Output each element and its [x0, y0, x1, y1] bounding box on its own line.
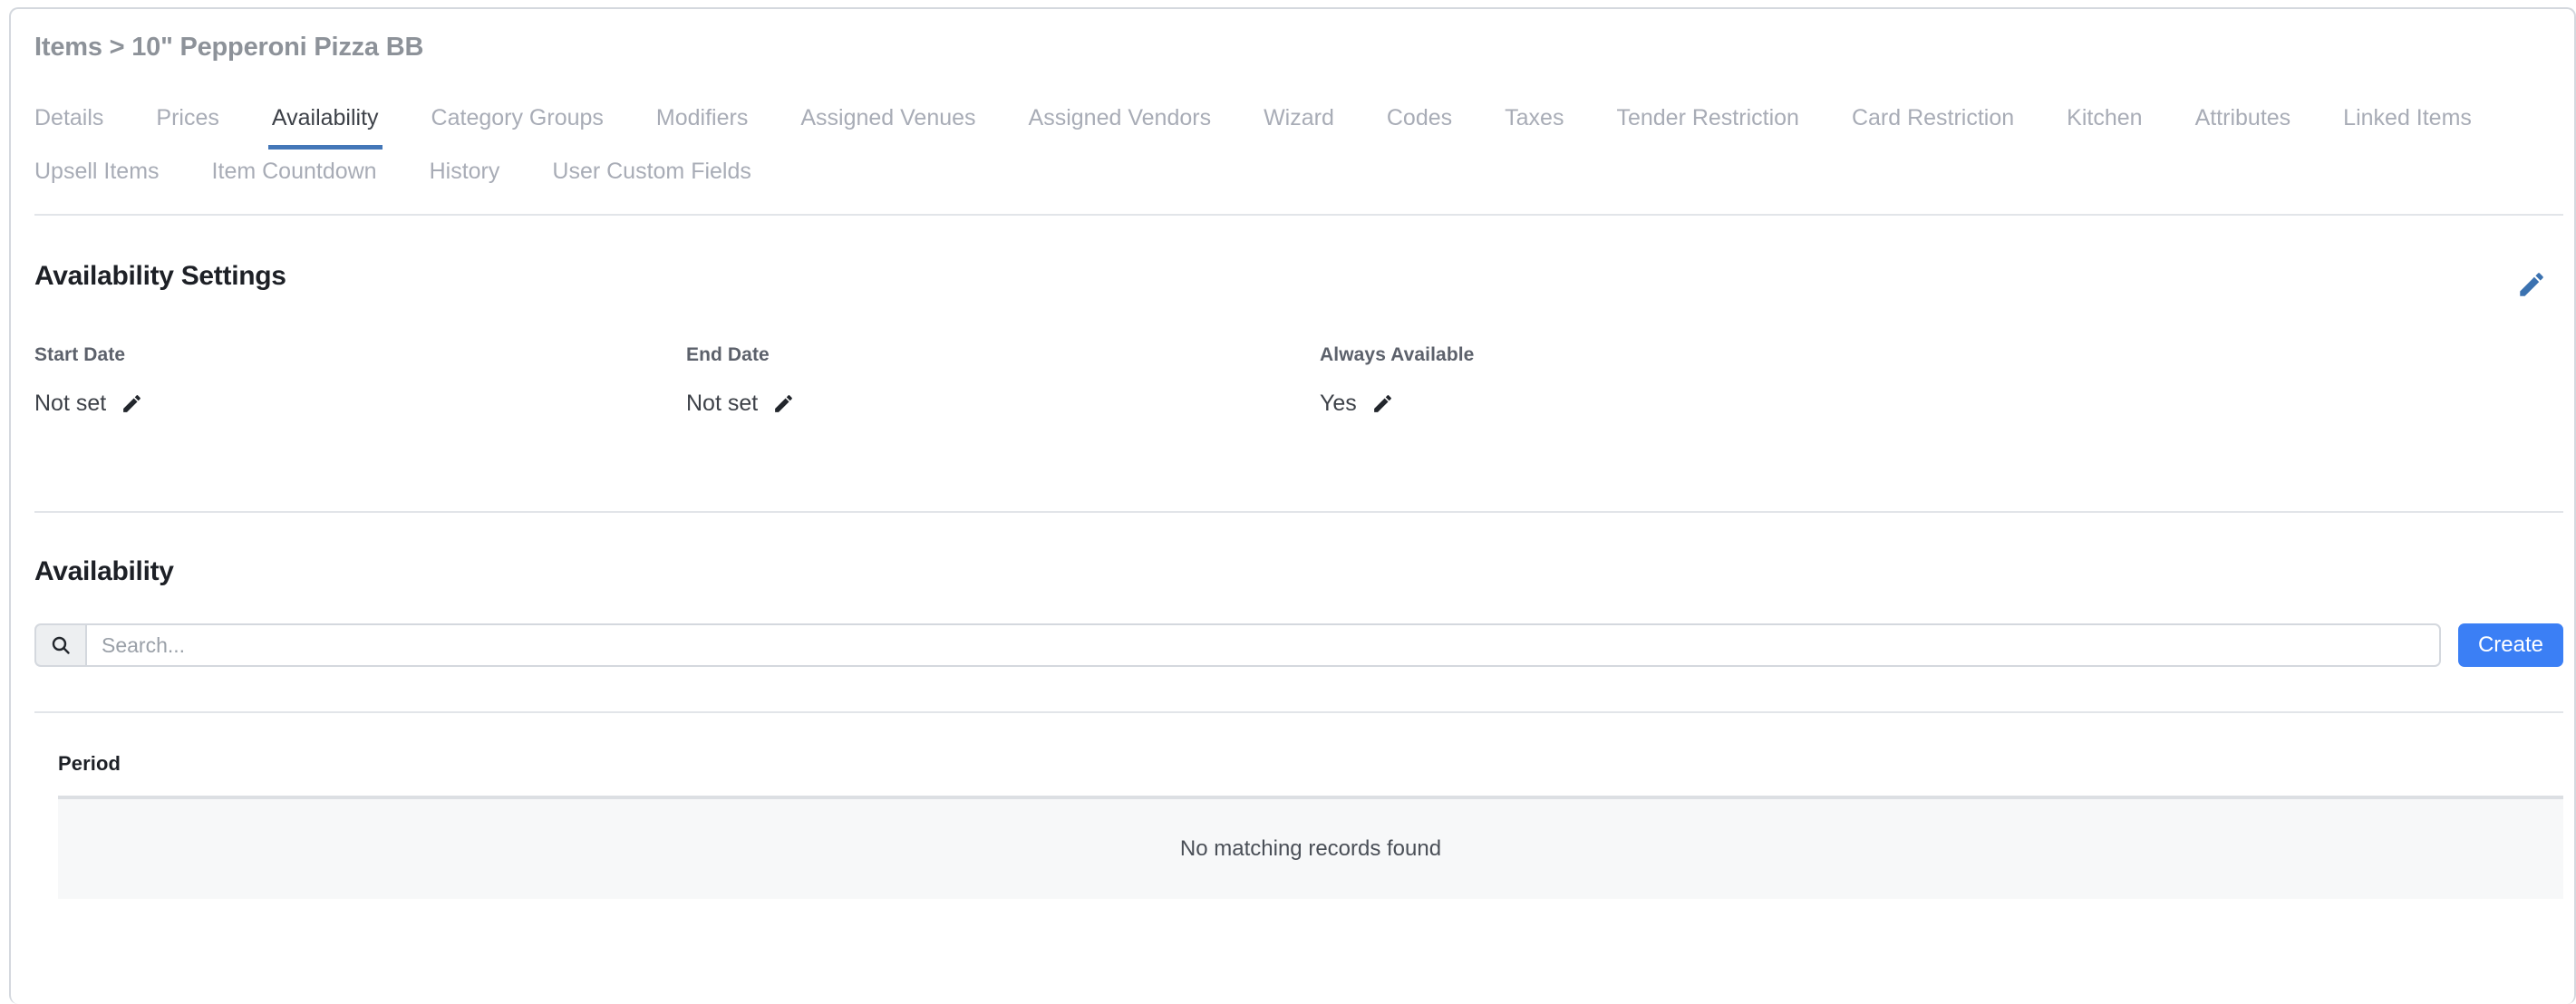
search-input-group: [34, 623, 2441, 667]
field-label: Start Date: [34, 344, 143, 366]
search-row: Create: [34, 623, 2563, 667]
tab-linked-items[interactable]: Linked Items: [2343, 96, 2472, 150]
tab-assigned-venues[interactable]: Assigned Venues: [800, 96, 975, 150]
tab-category-groups[interactable]: Category Groups: [431, 96, 604, 150]
tab-item-countdown[interactable]: Item Countdown: [212, 150, 377, 203]
field-value-row: Not set: [686, 391, 795, 417]
page-card: Items > 10" Pepperoni Pizza BB Details Pr…: [9, 7, 2576, 1004]
tab-modifiers[interactable]: Modifiers: [656, 96, 748, 150]
tab-card-restriction[interactable]: Card Restriction: [1852, 96, 2014, 150]
field-label: End Date: [686, 344, 795, 366]
tab-taxes[interactable]: Taxes: [1505, 96, 1564, 150]
divider-below-settings: [34, 511, 2563, 513]
tab-attributes[interactable]: Attributes: [2195, 96, 2291, 150]
divider-above-table: [34, 711, 2563, 713]
table-empty-row: No matching records found: [58, 799, 2563, 899]
field-end-date: End Date Not set: [686, 344, 795, 417]
edit-start-date-icon[interactable]: [121, 392, 143, 415]
edit-always-available-icon[interactable]: [1371, 392, 1394, 415]
field-label: Always Available: [1320, 344, 1474, 366]
divider-below-tabs: [34, 214, 2563, 216]
tab-upsell-items[interactable]: Upsell Items: [34, 150, 160, 203]
field-value-row: Not set: [34, 391, 143, 417]
table-header-row: Period: [34, 752, 2563, 796]
field-value-row: Yes: [1320, 391, 1474, 417]
tab-user-custom-fields[interactable]: User Custom Fields: [552, 150, 751, 203]
search-icon[interactable]: [34, 623, 85, 667]
column-header-period[interactable]: Period: [58, 752, 121, 776]
search-input[interactable]: [85, 623, 2441, 667]
edit-end-date-icon[interactable]: [772, 392, 795, 415]
create-button[interactable]: Create: [2458, 623, 2563, 667]
tab-kitchen[interactable]: Kitchen: [2067, 96, 2142, 150]
tab-wizard[interactable]: Wizard: [1264, 96, 1334, 150]
availability-table: Period No matching records found: [34, 752, 2563, 899]
tab-history[interactable]: History: [430, 150, 500, 203]
tab-details[interactable]: Details: [34, 96, 103, 150]
empty-state-message: No matching records found: [1180, 836, 1441, 862]
field-value: Not set: [34, 391, 106, 417]
field-value: Yes: [1320, 391, 1357, 417]
tab-bar: Details Prices Availability Category Groups…: [34, 96, 2545, 203]
tab-tender-restriction[interactable]: Tender Restriction: [1616, 96, 1798, 150]
field-always-available: Always Available Yes: [1320, 344, 1474, 417]
availability-section-title: Availability: [34, 556, 174, 587]
breadcrumb: Items > 10" Pepperoni Pizza BB: [34, 33, 423, 63]
tab-availability[interactable]: Availability: [272, 96, 379, 150]
tab-assigned-vendors[interactable]: Assigned Vendors: [1029, 96, 1212, 150]
edit-availability-settings-icon[interactable]: [2516, 269, 2547, 300]
field-start-date: Start Date Not set: [34, 344, 143, 417]
tab-codes[interactable]: Codes: [1387, 96, 1452, 150]
page-title: Availability Settings: [34, 261, 286, 292]
tab-prices[interactable]: Prices: [156, 96, 218, 150]
field-value: Not set: [686, 391, 758, 417]
